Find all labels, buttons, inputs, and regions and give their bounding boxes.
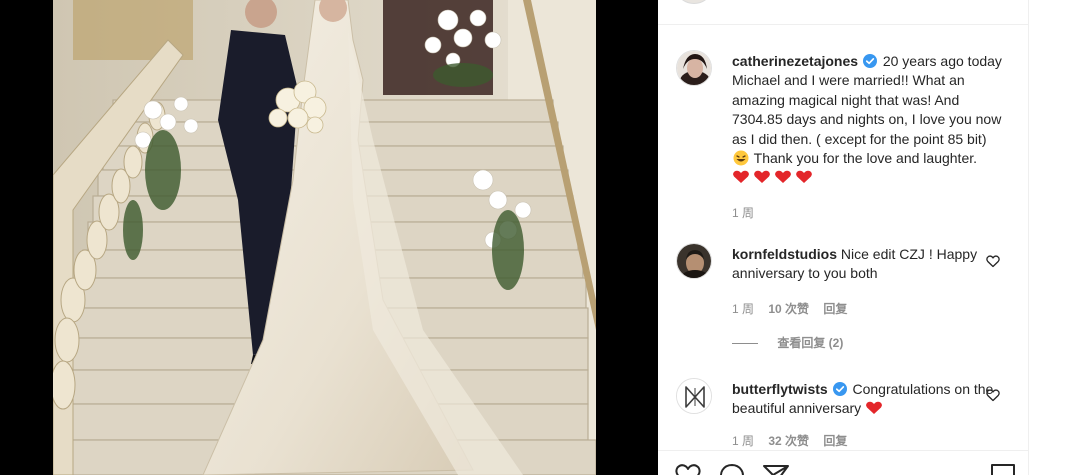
- comment-likes-count[interactable]: 32 次赞: [768, 434, 809, 448]
- caption-text: catherinezetajones 20 years ago today Mi…: [732, 52, 1002, 188]
- comment-timestamp[interactable]: 1 周: [732, 302, 754, 316]
- share-icon[interactable]: [762, 463, 790, 475]
- heart-outline-icon[interactable]: [674, 463, 702, 475]
- post-photo[interactable]: [53, 0, 596, 475]
- heart-outline-icon[interactable]: [986, 254, 1000, 268]
- reply-button[interactable]: 回复: [823, 302, 847, 316]
- caption-timestamp[interactable]: 1 周: [732, 206, 754, 220]
- commenter-avatar-image: [677, 244, 711, 278]
- comment-meta: 1 周 10 次赞 回复: [732, 300, 858, 317]
- comment-username[interactable]: butterflytwists: [732, 381, 828, 397]
- red-heart-emoji-icon: [733, 171, 812, 184]
- comments-pane: catherinezetajones 20 years ago today Mi…: [658, 0, 1029, 475]
- view-replies-button[interactable]: 查看回复 (2): [732, 334, 843, 351]
- verified-badge-icon: [832, 382, 847, 396]
- post-header: [658, 0, 1029, 25]
- author-avatar[interactable]: [678, 0, 710, 4]
- heart-outline-icon[interactable]: [986, 388, 1000, 402]
- wedding-staircase-photo: [53, 0, 596, 475]
- reply-button[interactable]: 回复: [823, 434, 847, 448]
- avatar[interactable]: [676, 378, 712, 414]
- bookmark-icon[interactable]: [989, 463, 1017, 475]
- post-action-bar: [658, 450, 1029, 475]
- avatar[interactable]: [676, 243, 712, 279]
- verified-badge-icon: [862, 54, 877, 68]
- caption-meta: 1 周: [732, 204, 765, 221]
- laughing-emoji-icon: [733, 150, 749, 166]
- caption-username[interactable]: catherinezetajones: [732, 53, 858, 69]
- comment-text: kornfeldstudios Nice edit CZJ ! Happy an…: [732, 245, 1002, 284]
- caption-avatar-image: [677, 51, 711, 85]
- comment-text: butterflytwists Congratulations on the b…: [732, 380, 1002, 419]
- comment-icon[interactable]: [718, 463, 746, 475]
- avatar[interactable]: [676, 50, 712, 86]
- caption-body-end: Thank you for the love and laughter.: [753, 150, 978, 167]
- comment-username[interactable]: kornfeldstudios: [732, 246, 837, 262]
- comment-timestamp[interactable]: 1 周: [732, 434, 754, 448]
- comment-meta: 1 周 32 次赞 回复: [732, 432, 858, 449]
- red-heart-emoji-icon: [866, 402, 882, 415]
- post-media-pane: [0, 0, 658, 475]
- replies-divider: [732, 343, 758, 345]
- view-replies-label: 查看回复 (2): [777, 336, 844, 350]
- comment-likes-count[interactable]: 10 次赞: [768, 302, 809, 316]
- butterfly-logo-icon: [677, 379, 711, 413]
